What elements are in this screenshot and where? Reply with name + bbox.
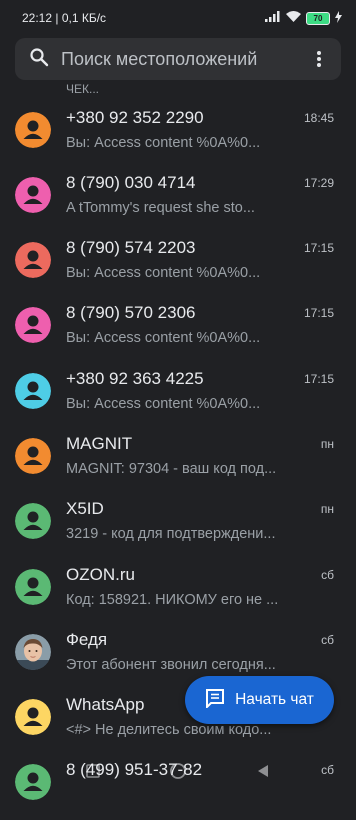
message-time: 17:15 [303, 372, 334, 386]
person-icon [15, 569, 51, 605]
message-preview: A tTommy's request she sto... [66, 200, 255, 216]
avatar [15, 503, 51, 539]
back-icon[interactable] [251, 759, 275, 783]
conversation-row[interactable]: +380 92 363 4225 Вы: Access content %0A%… [0, 363, 356, 429]
chat-icon [205, 688, 225, 713]
signal-icon [265, 11, 281, 25]
avatar [15, 373, 51, 409]
recents-icon[interactable] [81, 759, 105, 783]
message-time: 17:15 [303, 241, 334, 255]
conversation-row[interactable]: X5ID 3219 - код для подтверждени... пн [0, 493, 356, 559]
contact-name: 8 (790) 574 2203 [66, 238, 196, 257]
message-preview: 3219 - код для подтверждени... [66, 526, 276, 542]
contact-name: OZON.ru [66, 565, 135, 584]
avatar [15, 307, 51, 343]
search-input[interactable]: Поиск местоположений [61, 49, 307, 70]
message-preview: Вы: Access content %0A%0... [66, 135, 261, 151]
message-time: пн [320, 502, 334, 516]
contact-name: MAGNIT [66, 434, 133, 453]
conversation-row[interactable]: +380 92 352 2290 Вы: Access content %0A%… [0, 102, 356, 168]
contact-name: +380 92 352 2290 [66, 108, 204, 127]
person-icon [15, 699, 51, 735]
conversation-row[interactable]: OZON.ru Код: 158921. НИКОМУ его не ... с… [0, 559, 356, 625]
message-preview: <#> Не делитесь своим кодо... [66, 722, 272, 738]
person-icon [15, 373, 51, 409]
avatar [15, 569, 51, 605]
message-time: 17:15 [303, 306, 334, 320]
status-icons: 70 [265, 10, 342, 26]
person-icon [15, 112, 51, 148]
battery-icon: 70 [306, 11, 330, 25]
status-time: 22:12 [22, 11, 53, 25]
message-time: 18:45 [303, 111, 334, 125]
contact-name: X5ID [66, 499, 104, 518]
conversation-row[interactable]: 8 (790) 570 2306 Вы: Access content %0A%… [0, 297, 356, 363]
message-preview: Вы: Access content %0A%0... [66, 396, 261, 412]
avatar [15, 112, 51, 148]
person-icon [15, 307, 51, 343]
person-icon [15, 177, 51, 213]
avatar [15, 438, 51, 474]
message-time: 17:29 [303, 176, 334, 190]
partial-list-item[interactable]: ЧЕК... [66, 82, 99, 96]
status-bar: 22:12 | 0,1 КБ/с 70 [0, 0, 356, 36]
message-preview: Код: 158921. НИКОМУ его не ... [66, 592, 279, 608]
status-speed: 0,1 КБ/с [61, 11, 107, 25]
system-nav-bar [0, 752, 356, 790]
contact-name: +380 92 363 4225 [66, 369, 204, 388]
home-icon[interactable] [166, 759, 190, 783]
person-icon [15, 242, 51, 278]
avatar [15, 699, 51, 735]
start-chat-button[interactable]: Начать чат [185, 676, 334, 724]
contact-name: WhatsApp [66, 695, 145, 714]
person-icon [15, 503, 51, 539]
message-preview: Вы: Access content %0A%0... [66, 330, 261, 346]
contact-name: 8 (790) 030 4714 [66, 173, 196, 192]
contact-photo [15, 634, 51, 670]
conversation-row[interactable]: 8 (790) 030 4714 A tTommy's request she … [0, 167, 356, 233]
avatar [15, 177, 51, 213]
avatar [15, 242, 51, 278]
contact-name: 8 (790) 570 2306 [66, 303, 196, 322]
search-bar[interactable]: Поиск местоположений [15, 38, 341, 80]
more-options-icon[interactable] [307, 44, 331, 74]
conversation-row[interactable]: MAGNIT MAGNIT: 97304 - ваш код под... пн [0, 428, 356, 494]
message-time: пн [320, 437, 334, 451]
message-time: сб [321, 633, 334, 647]
start-chat-label: Начать чат [235, 691, 314, 708]
person-icon [15, 438, 51, 474]
wifi-icon [286, 11, 301, 25]
status-left: 22:12 | 0,1 КБ/с [22, 11, 106, 25]
message-preview: Вы: Access content %0A%0... [66, 265, 261, 281]
charging-icon [335, 10, 342, 26]
message-time: сб [321, 568, 334, 582]
avatar-photo [15, 634, 51, 670]
contact-name: Федя [66, 630, 108, 649]
conversation-row[interactable]: 8 (790) 574 2203 Вы: Access content %0A%… [0, 232, 356, 298]
message-preview: MAGNIT: 97304 - ваш код под... [66, 461, 277, 477]
search-icon [29, 47, 49, 72]
message-preview: Этот абонент звонил сегодня... [66, 657, 276, 673]
